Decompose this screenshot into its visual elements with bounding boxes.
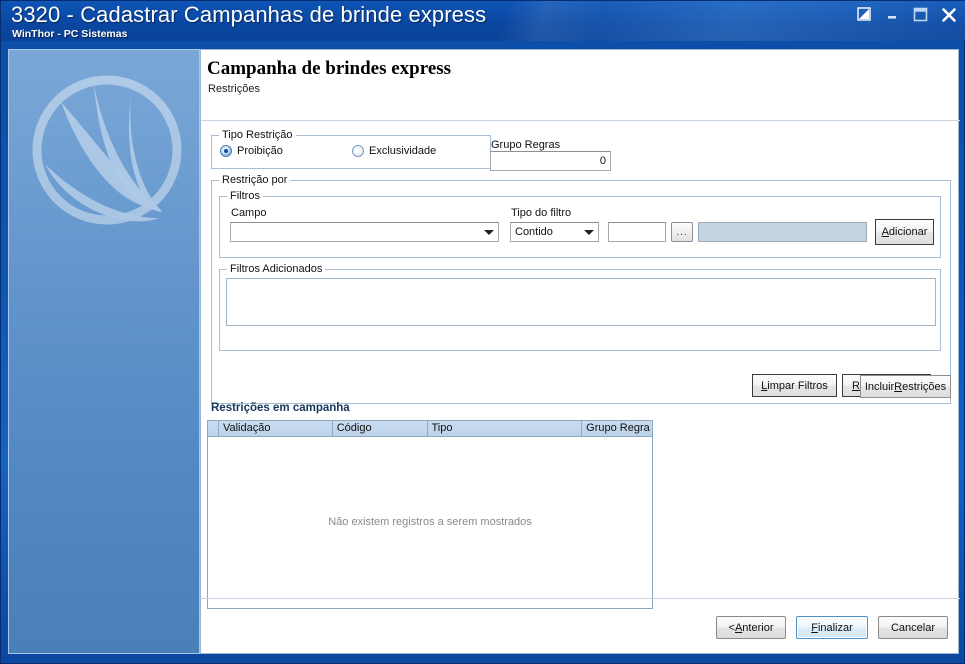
radio-proibicao[interactable]: Proibição xyxy=(220,145,283,157)
tipo-restricao-groupbox: Tipo Restrição Proibição Exclusividade xyxy=(211,129,491,169)
page-subtitle: Restrições xyxy=(208,83,260,95)
adicionar-button[interactable]: Adicionar xyxy=(875,219,934,245)
minimize-icon[interactable] xyxy=(884,6,904,24)
campo-label: Campo xyxy=(231,207,267,219)
adicionar-label: dicionar xyxy=(888,226,928,238)
grid-header-grupo-regra[interactable]: Grupo Regra xyxy=(582,421,652,436)
grid-header-validacao[interactable]: Validação xyxy=(219,421,333,436)
radio-dot-icon xyxy=(220,145,232,157)
incluir-restricoes-accel: R xyxy=(894,380,903,393)
limpar-filtros-button[interactable]: Limpar Filtros xyxy=(752,374,837,397)
filtro-descricao-readonly xyxy=(698,222,867,242)
adicionar-accel: A xyxy=(881,226,889,238)
tipo-filtro-select[interactable]: Contido xyxy=(510,222,599,242)
header-divider xyxy=(201,120,960,121)
grid-header-row: Validação Código Tipo Grupo Regra xyxy=(208,421,652,437)
window-subtitle: WinThor - PC Sistemas xyxy=(12,28,128,40)
anterior-label: nterior xyxy=(742,621,774,634)
filtros-groupbox: Filtros Campo Tipo do filtro Contido ...… xyxy=(219,190,941,258)
grupo-regras-input[interactable]: 0 xyxy=(490,151,611,171)
grid-header-tipo[interactable]: Tipo xyxy=(428,421,583,436)
campo-select[interactable] xyxy=(230,222,499,242)
wizard-footer: < Anterior Finalizar Cancelar xyxy=(716,616,948,639)
filtro-valor-input[interactable] xyxy=(608,222,666,242)
cancelar-button[interactable]: Cancelar xyxy=(878,616,948,639)
winthor-logo-watermark xyxy=(31,68,183,233)
footer-divider xyxy=(201,598,960,599)
page-title: Campanha de brindes express xyxy=(207,58,452,79)
filtros-adicionados-groupbox: Filtros Adicionados xyxy=(219,263,941,351)
application-window: 3320 - Cadastrar Campanhas de brinde exp… xyxy=(0,0,965,664)
finalizar-accel: F xyxy=(811,621,818,634)
restricoes-grid: Validação Código Tipo Grupo Regra Não ex… xyxy=(207,420,653,609)
grid-empty-message: Não existem registros a serem mostrados xyxy=(328,516,532,528)
grid-section-title: Restrições em campanha xyxy=(211,402,350,414)
grid-header-selector xyxy=(208,421,219,436)
finalizar-button[interactable]: Finalizar xyxy=(796,616,868,639)
radio-exclusividade[interactable]: Exclusividade xyxy=(352,145,436,157)
anterior-button[interactable]: < Anterior xyxy=(716,616,786,639)
filtros-adicionados-list[interactable] xyxy=(226,278,936,326)
grid-header-codigo[interactable]: Código xyxy=(333,421,428,436)
restore-half-icon[interactable] xyxy=(856,6,876,24)
chevron-down-icon xyxy=(584,230,594,235)
filtros-adicionados-legend: Filtros Adicionados xyxy=(227,263,326,275)
incluir-restricoes-prefix: Incluir xyxy=(864,380,895,393)
filtros-legend: Filtros xyxy=(227,190,263,202)
radio-exclusividade-label: Exclusividade xyxy=(369,145,437,157)
window-controls xyxy=(856,6,960,24)
radio-dot-icon xyxy=(352,145,364,157)
anterior-accel: A xyxy=(734,621,743,634)
limpar-filtros-label: impar Filtros xyxy=(767,379,828,392)
content-panel: Campanha de brindes express Restrições T… xyxy=(200,49,960,654)
tipo-restricao-legend: Tipo Restrição xyxy=(219,129,296,141)
chevron-down-icon xyxy=(484,230,494,235)
restricao-por-legend: Restrição por xyxy=(219,174,291,186)
restricao-por-groupbox: Restrição por Filtros Campo Tipo do filt… xyxy=(211,174,951,404)
tipo-filtro-select-value: Contido xyxy=(515,226,553,238)
finalizar-label: inalizar xyxy=(817,621,853,634)
grupo-regras-label: Grupo Regras xyxy=(491,139,561,151)
incluir-restricoes-label: estrições xyxy=(902,380,947,393)
radio-proibicao-label: Proibição xyxy=(237,145,283,157)
browse-ellipsis-button[interactable]: ... xyxy=(671,222,693,242)
cancelar-label: Cancelar xyxy=(890,621,936,634)
maximize-icon[interactable] xyxy=(912,6,932,24)
incluir-restricoes-button[interactable]: Incluir Restrições xyxy=(860,375,951,398)
tipo-filtro-label: Tipo do filtro xyxy=(511,207,572,219)
title-bar: 3320 - Cadastrar Campanhas de brinde exp… xyxy=(1,1,965,41)
remover-item-accel: R xyxy=(851,379,860,392)
sidebar-branding-panel xyxy=(8,49,200,654)
window-title: 3320 - Cadastrar Campanhas de brinde exp… xyxy=(11,2,487,27)
close-icon[interactable] xyxy=(940,6,960,24)
